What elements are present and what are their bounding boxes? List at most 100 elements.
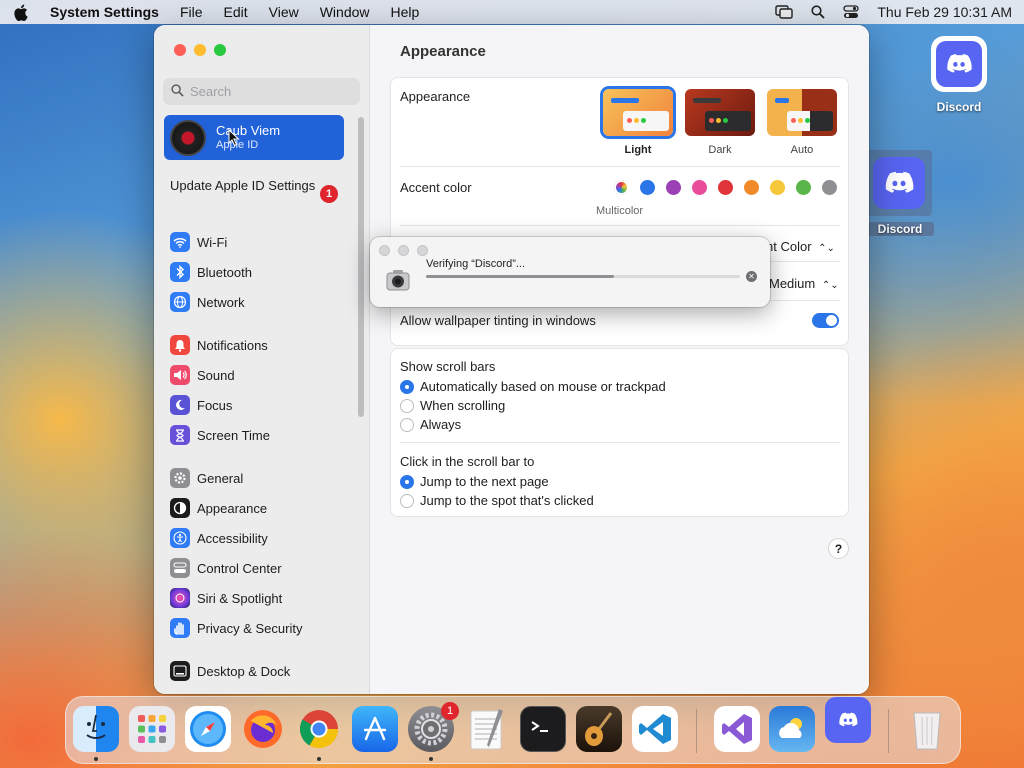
search-input[interactable]: [190, 84, 350, 99]
click-option-spot-clicked[interactable]: Jump to the spot that's clicked: [400, 491, 594, 510]
profile-subtitle: Apple ID: [216, 138, 259, 151]
minimize-button[interactable]: [194, 44, 206, 56]
apple-menu-icon[interactable]: [12, 4, 28, 21]
desktop-icon-label: Discord: [936, 100, 982, 114]
app-menu[interactable]: System Settings: [50, 4, 159, 20]
desktop-icon-discord-selected[interactable]: Discord: [866, 150, 934, 236]
sidebar-item-focus[interactable]: Focus: [170, 390, 270, 420]
sidebar-scrollbar[interactable]: [358, 117, 364, 417]
dock-garageband[interactable]: [576, 706, 622, 752]
zoom-button[interactable]: [214, 44, 226, 56]
speaker-icon: [170, 365, 190, 385]
radio-button[interactable]: [400, 417, 414, 432]
mouse-cursor-icon: [228, 129, 240, 147]
appearance-option-dark[interactable]: [685, 89, 755, 136]
help-button[interactable]: ?: [828, 538, 849, 559]
accent-pink-swatch[interactable]: [692, 180, 707, 195]
tinting-toggle[interactable]: [812, 313, 839, 328]
dock-chrome[interactable]: [296, 706, 342, 752]
radio-button[interactable]: [400, 379, 414, 394]
sidebar-icon-size-popup[interactable]: Medium ⌃⌄: [769, 276, 839, 291]
dock-weather[interactable]: [769, 706, 815, 752]
radio-button[interactable]: [400, 398, 414, 413]
system-settings-window: Caub Viem Apple ID Update Apple ID Setti…: [154, 25, 869, 694]
sidebar-item-screen-time[interactable]: Screen Time: [170, 420, 270, 450]
accent-multicolor-swatch[interactable]: [614, 180, 629, 195]
spotlight-search-icon[interactable]: [811, 5, 825, 19]
dock-safari[interactable]: [185, 706, 231, 752]
cancel-verify-button[interactable]: ✕: [746, 271, 757, 282]
window-menu[interactable]: Window: [320, 4, 370, 20]
accent-graphite-swatch[interactable]: [822, 180, 837, 195]
sidebar-item-accessibility[interactable]: Accessibility: [170, 523, 302, 553]
dock-terminal[interactable]: [520, 706, 566, 752]
sidebar-item-label: Bluetooth: [197, 264, 252, 280]
dock-textedit[interactable]: [464, 706, 510, 752]
sidebar-item-notifications[interactable]: Notifications: [170, 330, 270, 360]
close-button[interactable]: [174, 44, 186, 56]
desktop-icon-discord[interactable]: Discord: [926, 36, 992, 114]
file-menu[interactable]: File: [180, 4, 203, 20]
dock-vscode[interactable]: [632, 706, 678, 752]
appearance-label: Appearance: [400, 89, 471, 104]
trash-icon: [913, 712, 941, 750]
dock-launchpad[interactable]: [129, 706, 175, 752]
dock-discord[interactable]: [825, 697, 871, 743]
radio-button[interactable]: [400, 493, 414, 508]
app-store-icon: [363, 716, 387, 741]
radio-label: Jump to the next page: [420, 474, 549, 489]
sidebar-item-desktop-dock[interactable]: Desktop & Dock: [170, 656, 290, 686]
control-center-menu-icon[interactable]: [843, 5, 860, 19]
dock-visual-studio[interactable]: [714, 706, 760, 752]
accent-purple-swatch[interactable]: [666, 180, 681, 195]
accent-orange-swatch[interactable]: [744, 180, 759, 195]
sidebar-item-wifi[interactable]: Wi-Fi: [170, 227, 252, 257]
sidebar-item-siri-spotlight[interactable]: Siri & Spotlight: [170, 583, 302, 613]
accent-yellow-swatch[interactable]: [770, 180, 785, 195]
running-indicator: [429, 757, 433, 761]
chevron-updown-icon: ⌃⌄: [818, 243, 835, 254]
sidebar-item-privacy-security[interactable]: Privacy & Security: [170, 613, 302, 643]
finder-icon: [86, 714, 106, 739]
scroll-option-always[interactable]: Always: [400, 415, 666, 434]
screen-mirroring-icon[interactable]: [775, 5, 794, 19]
view-menu[interactable]: View: [269, 4, 299, 20]
avatar: [170, 119, 206, 156]
sidebar-item-bluetooth[interactable]: Bluetooth: [170, 257, 252, 287]
sidebar-item-appearance[interactable]: Appearance: [170, 493, 302, 523]
bluetooth-icon: [170, 262, 190, 282]
sidebar-item-sound[interactable]: Sound: [170, 360, 270, 390]
terminal-icon: [531, 721, 548, 732]
dock-trash[interactable]: [904, 706, 950, 752]
radio-label: Jump to the spot that's clicked: [420, 493, 594, 508]
menu-clock[interactable]: Thu Feb 29 10:31 AM: [877, 4, 1012, 20]
highlight-color-popup[interactable]: nt Color ⌃⌄: [766, 239, 835, 254]
sidebar-item-network[interactable]: Network: [170, 287, 252, 317]
close-button[interactable]: [379, 245, 390, 256]
scroll-option-when-scrolling[interactable]: When scrolling: [400, 396, 666, 415]
zoom-button[interactable]: [417, 245, 428, 256]
sidebar-item-control-center[interactable]: Control Center: [170, 553, 302, 583]
minimize-button[interactable]: [398, 245, 409, 256]
scroll-bars-label: Show scroll bars: [400, 359, 496, 374]
scroll-option-automatic[interactable]: Automatically based on mouse or trackpad: [400, 377, 666, 396]
radio-button[interactable]: [400, 474, 414, 489]
hourglass-icon: [170, 425, 190, 445]
help-menu[interactable]: Help: [391, 4, 420, 20]
appearance-option-light[interactable]: [603, 89, 673, 136]
appearance-option-auto[interactable]: [767, 89, 837, 136]
apple-id-item[interactable]: Caub Viem Apple ID: [164, 115, 344, 160]
dock-app-store[interactable]: [352, 706, 398, 752]
accent-green-swatch[interactable]: [796, 180, 811, 195]
search-field[interactable]: [163, 78, 360, 105]
edit-menu[interactable]: Edit: [224, 4, 248, 20]
dock-finder[interactable]: [73, 706, 119, 752]
sidebar-item-general[interactable]: General: [170, 463, 302, 493]
accent-blue-swatch[interactable]: [640, 180, 655, 195]
click-option-next-page[interactable]: Jump to the next page: [400, 472, 594, 491]
sidebar-item-label: Network: [197, 294, 245, 310]
dock-firefox[interactable]: [240, 706, 286, 752]
wifi-icon: [170, 232, 190, 252]
accent-red-swatch[interactable]: [718, 180, 733, 195]
textedit-icon: [470, 709, 503, 750]
